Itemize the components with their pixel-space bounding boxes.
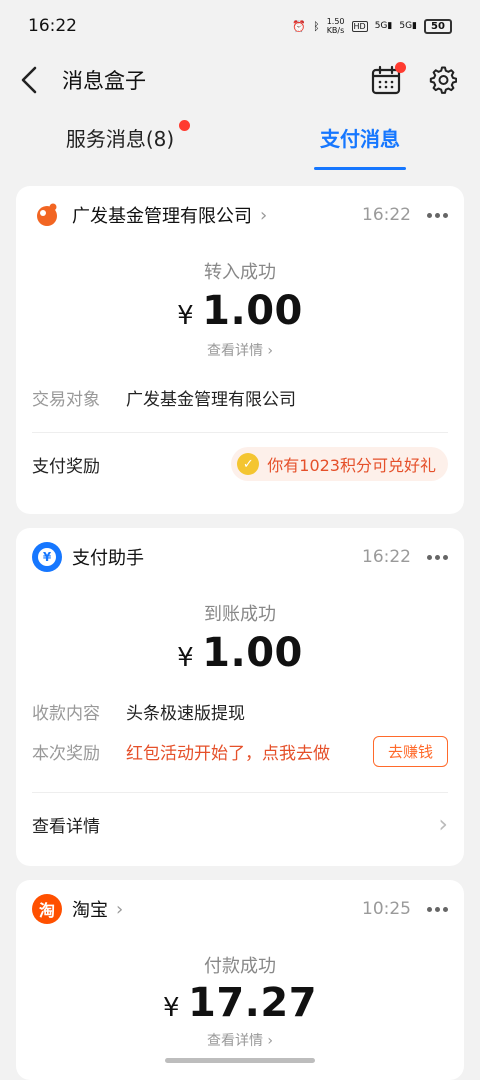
tab-payment-label: 支付消息 — [320, 127, 400, 151]
card-header: ¥ 支付助手 16:22 — [16, 528, 464, 586]
app-header: 消息盒子 — [0, 52, 480, 108]
tab-badge-dot — [179, 120, 190, 131]
reward-label: 支付奖励 — [32, 456, 100, 477]
chevron-right-icon: › — [116, 898, 124, 920]
amount-value: 1.00 — [202, 630, 303, 676]
taobao-logo-icon: 淘 — [32, 894, 62, 924]
amount: ¥1.00 — [16, 630, 464, 676]
info-row: 交易对象 广发基金管理有限公司 — [16, 382, 464, 412]
source-name[interactable]: 广发基金管理有限公司 — [72, 202, 252, 228]
message-time: 16:22 — [362, 205, 411, 225]
earn-money-button[interactable]: 去赚钱 — [372, 735, 448, 767]
amount-value: 17.27 — [188, 980, 318, 1026]
page-title: 消息盒子 — [62, 69, 146, 93]
reward-row: 支付奖励 ✓ 你有1023积分可兑好礼 — [16, 433, 464, 495]
event-status: 付款成功 — [204, 956, 276, 977]
message-card[interactable]: 广发基金管理有限公司 › 16:22 转入成功 ¥1.00 查看详情 › 交易对… — [16, 186, 464, 514]
view-details-link[interactable]: 查看详情 › — [16, 1030, 464, 1050]
more-options-button[interactable] — [427, 906, 448, 912]
hd-icon: HD — [351, 20, 368, 32]
view-details-row[interactable]: 查看详情 › — [16, 793, 464, 855]
tab-service-messages[interactable]: 服务消息(8) — [0, 108, 240, 174]
tab-payment-messages[interactable]: 支付消息 — [240, 108, 480, 174]
chevron-right-icon: › — [260, 204, 268, 226]
card-header: 淘 淘宝 › 10:25 — [16, 880, 464, 938]
footer-link-label: 查看详情 — [32, 816, 100, 837]
coin-icon: ✓ — [237, 453, 260, 475]
more-options-button[interactable] — [427, 554, 448, 560]
points-reward-pill[interactable]: ✓ 你有1023积分可兑好礼 — [231, 447, 448, 481]
gf-fund-logo-icon — [32, 200, 62, 230]
alarm-icon: ⏰ — [292, 19, 307, 33]
info-row: 本次奖励 红包活动开始了，点我去做 去赚钱 — [16, 734, 464, 768]
chevron-right-icon: › — [438, 810, 448, 838]
battery-icon: 50 — [424, 18, 452, 34]
status-icons: ⏰ ᛒ 1.50 KB/s HD 5G▮ 5G▮ 50 — [292, 17, 452, 35]
row-label: 交易对象 — [32, 389, 100, 410]
card-header: 广发基金管理有限公司 › 16:22 — [16, 186, 464, 244]
view-details-link[interactable]: 查看详情 › — [16, 340, 464, 360]
currency-symbol: ¥ — [177, 301, 195, 331]
message-time: 10:25 — [362, 899, 411, 919]
status-bar: 16:22 ⏰ ᛒ 1.50 KB/s HD 5G▮ 5G▮ 50 — [0, 0, 480, 52]
gear-icon — [429, 66, 457, 94]
message-time: 16:22 — [362, 547, 411, 567]
reward-promo-text[interactable]: 红包活动开始了，点我去做 — [126, 739, 330, 764]
back-button[interactable] — [20, 60, 48, 100]
amount: ¥17.27 — [16, 980, 464, 1026]
row-label: 本次奖励 — [32, 743, 100, 764]
source-name[interactable]: 支付助手 — [72, 544, 144, 570]
signal-icon: 5G▮ — [374, 21, 393, 31]
message-card[interactable]: 淘 淘宝 › 10:25 付款成功 ¥17.27 查看详情 › — [16, 880, 464, 1080]
message-card[interactable]: ¥ 支付助手 16:22 到账成功 ¥1.00 收款内容 头条极速版提现 本次奖… — [16, 528, 464, 866]
home-indicator[interactable] — [165, 1058, 315, 1063]
info-row: 收款内容 头条极速版提现 — [16, 696, 464, 726]
amount: ¥1.00 — [16, 288, 464, 334]
chevron-left-icon — [21, 66, 37, 94]
row-value: 头条极速版提现 — [126, 703, 245, 724]
event-status: 到账成功 — [204, 604, 276, 625]
status-time: 16:22 — [28, 16, 77, 36]
calendar-badge-dot — [395, 62, 406, 73]
currency-symbol: ¥ — [177, 643, 195, 673]
settings-button[interactable] — [420, 58, 464, 102]
source-name[interactable]: 淘宝 — [72, 896, 108, 922]
row-label: 收款内容 — [32, 703, 100, 724]
calendar-button[interactable] — [364, 58, 408, 102]
yuan-logo-icon: ¥ — [32, 542, 62, 572]
tab-service-label: 服务消息(8) — [65, 127, 175, 151]
currency-symbol: ¥ — [162, 993, 180, 1023]
amount-value: 1.00 — [202, 288, 303, 334]
bluetooth-icon: ᛒ — [313, 19, 320, 33]
more-options-button[interactable] — [427, 212, 448, 218]
tab-bar: 服务消息(8) 支付消息 — [0, 108, 480, 174]
event-status: 转入成功 — [204, 262, 276, 283]
signal-icon-2: 5G▮ — [399, 21, 417, 31]
network-speed: 1.50 KB/s — [326, 17, 345, 35]
row-value: 广发基金管理有限公司 — [126, 389, 296, 410]
